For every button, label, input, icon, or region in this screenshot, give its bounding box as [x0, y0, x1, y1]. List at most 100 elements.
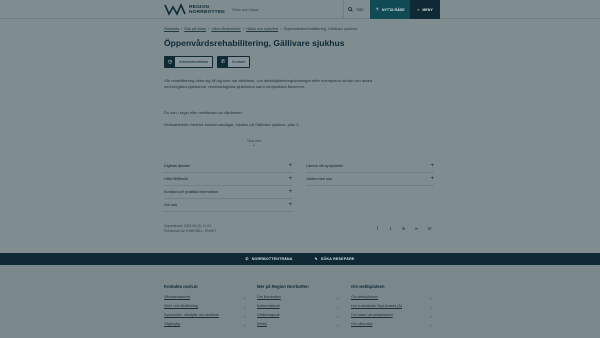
footer-link[interactable]: Hur vi använder Nya Access (A): [351, 304, 436, 313]
location-paragraph: Verksamheten bedrivs endast vardagar, lo…: [164, 122, 300, 127]
linkedin-icon[interactable]: in: [400, 225, 407, 232]
breadcrumb-separator: ›: [180, 27, 183, 31]
footer-chevrons-1: › › › ›: [244, 296, 246, 332]
referral-paragraph: Du kan i regel eller remitterad via vård…: [164, 110, 243, 115]
quick-link-1[interactable]: ✆ NORRBOTTENTRÄNA: [246, 257, 293, 261]
logo-text: REGION NORRBOTTEN: [189, 4, 225, 15]
chevron-down-icon: ⌄: [251, 142, 257, 148]
menu-button[interactable]: ≡ MENY: [410, 0, 440, 19]
footer-chevrons-3: › › › ›: [430, 296, 432, 332]
chevron-right-icon: ›: [337, 323, 339, 328]
accordion-item-feedback[interactable]: Lämna ditt synpunkter +: [306, 160, 434, 173]
footer-link[interactable]: Skriv i ett vårdföretag: [164, 304, 249, 313]
accordion-label: Digitala tjänster: [164, 164, 191, 168]
breadcrumb-separator: ›: [208, 27, 210, 31]
breadcrumb-separator: ›: [280, 27, 282, 31]
chevron-right-icon: ›: [244, 314, 246, 319]
contact-label: Kontakt: [232, 60, 246, 64]
accordion-item-digital-services[interactable]: Digitala tjänster +: [164, 160, 292, 173]
footer-column-3: Om webbplatsen Om webbplatsen Hur vi anv…: [351, 284, 436, 331]
opening-hours-label: Arbetsklimatfakta: [179, 60, 209, 64]
accordion-item-jobs[interactable]: Jobba med oss +: [306, 173, 434, 186]
chevron-right-icon: ›: [244, 323, 246, 328]
footer-column-1: Kontakta oss/Lär Vårdverksamhet Skriv i …: [164, 284, 249, 331]
footer-link[interactable]: Tillgänglig: [164, 322, 249, 331]
accordion-label: Om oss: [164, 203, 178, 207]
quick-link-2-label: SÖKA RESEPÄRE: [320, 257, 355, 261]
chevron-right-icon: ›: [430, 314, 432, 319]
breadcrumb: Startsida › Sök på sidan › Våra vårdenhete…: [164, 27, 357, 31]
tools-icon: ✎: [314, 257, 318, 261]
footer-link[interactable]: Synpunkter, vårdlyfte och ansökan: [164, 313, 249, 322]
phone-icon: ✆: [245, 257, 249, 261]
accordion-label: Lämna ditt synpunkter: [306, 164, 344, 168]
share-icons: f t in ∞ ✉: [374, 225, 433, 232]
hamburger-icon: ≡: [417, 7, 420, 12]
plus-icon: +: [430, 163, 434, 169]
intro-paragraph: Vår rehabilitering riktar sig till dig s…: [164, 78, 373, 89]
chevron-right-icon: ›: [430, 296, 432, 301]
quick-links-strip: ✆ NORRBOTTENTRÄNA ✎ SÖKA RESEPÄRE: [0, 253, 600, 265]
breadcrumb-item[interactable]: Våra vårdenheter: [211, 27, 240, 31]
show-more-button[interactable]: Visa mer ⌄: [164, 139, 344, 148]
chevron-right-icon: ›: [337, 296, 339, 301]
accordion-right: Lämna ditt synpunkter + Jobba med oss +: [306, 160, 434, 186]
region-norrbotten-logo[interactable]: REGION NORRBOTTEN: [164, 3, 225, 16]
footer-link[interactable]: Om Norrbotten: [257, 295, 342, 304]
accordion-label: Jobba med oss: [306, 177, 332, 181]
footer-link[interactable]: Media: [257, 322, 342, 331]
chevron-right-icon: ›: [244, 305, 246, 310]
breadcrumb-item[interactable]: Hälsa och sjukvård: [246, 27, 278, 31]
publisher: Publicerad av: INNEHÅLL, ENHET: [164, 229, 217, 233]
page-title: Öppenvårdsrehabilitering, Gällivare sjuk…: [164, 38, 345, 48]
chevron-right-icon: ›: [430, 305, 432, 310]
footer-column-2: Mer på Region Norrbotten Om Norrbotten K…: [257, 284, 342, 331]
menu-button-label: MENY: [422, 7, 433, 12]
footer-link[interactable]: Vårdverksamhet: [164, 295, 249, 304]
breadcrumb-item[interactable]: Startsida: [164, 27, 179, 31]
footer-heading: Mer på Region Norrbotten: [257, 284, 309, 289]
plus-icon: +: [288, 189, 292, 195]
quick-link-1-label: NORRBOTTENTRÄNA: [251, 257, 293, 261]
breadcrumb-separator: ›: [242, 27, 245, 31]
opening-hours-button[interactable]: ◷ Arbetsklimatfakta: [164, 56, 214, 68]
search-button-label: SÖK: [356, 7, 364, 12]
search-input[interactable]: Skriv och frysa: [232, 5, 332, 14]
link-icon[interactable]: ∞: [413, 225, 420, 232]
plus-icon: +: [288, 176, 292, 182]
footer-chevrons-2: › › › ›: [337, 296, 339, 332]
twitter-icon[interactable]: t: [387, 225, 394, 232]
footer-link[interactable]: Om våra sida: [351, 322, 436, 331]
facebook-icon[interactable]: f: [374, 225, 381, 232]
contact-button[interactable]: ✆ Kontakt: [217, 56, 251, 68]
action-buttons: ◷ Arbetsklimatfakta ✆ Kontakt: [164, 56, 251, 68]
footer-link[interactable]: Om kakor på webbplatsen: [351, 313, 436, 322]
footer-heading: Kontakta oss/Lär: [164, 284, 198, 289]
footer-heading: Om webbplatsen: [351, 284, 385, 289]
accordion-left: Digitala tjänster + Hitta till/Besök + Kon…: [164, 160, 292, 212]
nytta-button[interactable]: ＋ NYTTA RÅDE: [370, 0, 410, 19]
breadcrumb-item[interactable]: Sök på sidan: [184, 27, 206, 31]
accordion-item-about-us[interactable]: Om oss +: [164, 199, 292, 212]
plus-icon: ＋: [375, 7, 379, 11]
search-button[interactable]: SÖK: [344, 0, 368, 19]
mail-icon[interactable]: ✉: [426, 225, 433, 232]
chevron-right-icon: ›: [244, 296, 246, 301]
plus-icon: +: [288, 202, 292, 208]
accordion-label: Kontakt och praktisk information: [164, 190, 219, 194]
chevron-right-icon: ›: [430, 323, 432, 328]
accordion-label: Hitta till/Besök: [164, 177, 189, 181]
footer-link[interactable]: Om webbplatsen: [351, 295, 436, 304]
quick-link-2[interactable]: ✎ SÖKA RESEPÄRE: [315, 257, 355, 261]
plus-icon: +: [288, 163, 292, 169]
nytta-button-label: NYTTA RÅDE: [381, 7, 405, 12]
accordion-item-find-us[interactable]: Hitta till/Besök +: [164, 173, 292, 186]
logo-mark-icon: [164, 3, 186, 16]
accordion-item-contact-info[interactable]: Kontakt och praktisk information +: [164, 186, 292, 199]
chevron-right-icon: ›: [337, 305, 339, 310]
footer-link[interactable]: Utbildningsval: [257, 313, 342, 322]
footer-link[interactable]: Kulturrelaterat: [257, 304, 342, 313]
site-header: REGION NORRBOTTEN Skriv och frysa SÖK ＋ …: [0, 0, 600, 19]
page-meta: Uppdaterad: 2023-05-25, 11:01 Publicerad…: [164, 224, 216, 234]
search-icon: [348, 7, 353, 12]
